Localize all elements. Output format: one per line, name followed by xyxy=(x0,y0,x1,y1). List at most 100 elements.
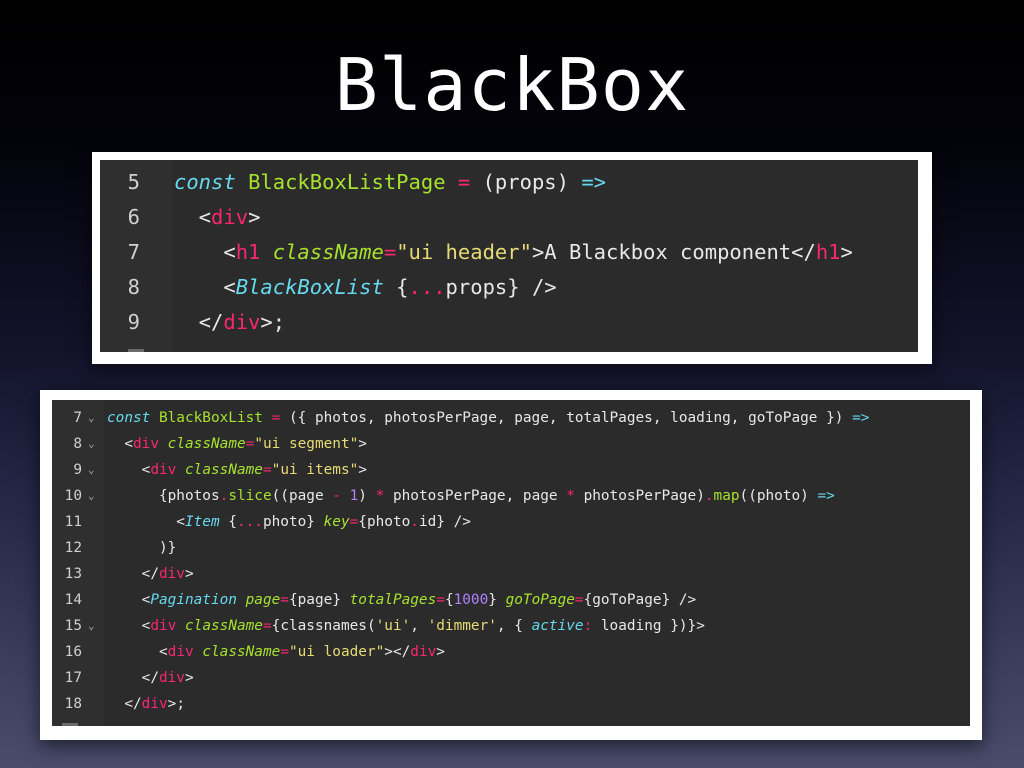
code-token: const xyxy=(107,410,159,426)
code-token: < xyxy=(107,514,185,530)
code-token: < xyxy=(107,618,151,634)
code-token: >; xyxy=(260,310,286,334)
code-token: 'ui' xyxy=(375,618,411,634)
code-token: ) xyxy=(358,488,376,504)
code-token: > xyxy=(358,462,367,478)
code-token: < xyxy=(107,436,133,452)
code-token: = xyxy=(445,170,483,194)
code-token: > xyxy=(184,566,194,582)
code-token: = xyxy=(436,592,445,608)
code-line: 7 ⌄ const BlackBoxList = ({ photos, photos… xyxy=(52,405,970,431)
code-token: BlackBoxList xyxy=(235,275,384,299)
code-token: > xyxy=(840,240,853,264)
code-token: photosPerPage, page xyxy=(392,488,567,504)
code-token: ></ xyxy=(384,644,411,660)
code-token: { xyxy=(383,275,409,299)
code-line: 9 ⌄ <div className="ui items"> xyxy=(52,457,970,483)
code-text: </div>; xyxy=(107,691,185,717)
code-token: (props) xyxy=(482,170,582,194)
chevron-down-icon[interactable]: ⌄ xyxy=(88,457,95,483)
code-token: active xyxy=(531,618,584,634)
code-line: 8 ⌄ <div className="ui segment"> xyxy=(52,431,970,457)
code-token: = xyxy=(349,514,359,530)
code-token: div xyxy=(410,644,437,660)
code-text: </div> xyxy=(107,561,194,587)
code-token: className xyxy=(202,644,281,660)
code-token: - xyxy=(332,488,350,504)
code-token: , { xyxy=(496,618,532,634)
code-line: 14 <Pagination page={page} totalPages={1… xyxy=(52,587,970,613)
code-token: } xyxy=(488,592,506,608)
code-token: photo} xyxy=(262,514,324,530)
code-token: Item xyxy=(184,514,220,530)
code-line: 16 <div className="ui loader"></div> xyxy=(52,639,970,665)
code-token: {page} xyxy=(288,592,350,608)
chevron-down-icon[interactable]: ⌄ xyxy=(88,405,95,431)
cut-off-line-number xyxy=(62,723,78,726)
code-editor-panel-1: 5 const BlackBoxListPage = (props) => 6 <d… xyxy=(100,160,918,352)
line-number: 18 xyxy=(64,696,82,712)
code-token: . xyxy=(219,488,229,504)
line-number: 15 xyxy=(64,618,82,634)
code-token: , xyxy=(410,618,428,634)
code-token: = xyxy=(574,592,584,608)
line-number: 14 xyxy=(64,592,82,608)
code-text: </div> xyxy=(107,665,194,691)
line-number: 7 xyxy=(127,240,140,264)
code-text: <div className={classnames('ui', 'dimmer… xyxy=(107,613,705,639)
code-token: { xyxy=(219,514,237,530)
code-text: <Pagination page={page} totalPages={1000… xyxy=(107,587,697,613)
code-token: ((page xyxy=(271,488,333,504)
line-number: 8 xyxy=(73,436,82,452)
code-text: </div>; xyxy=(174,307,285,337)
code-line: 13 </div> xyxy=(52,561,970,587)
code-line: 8 <BlackBoxList {...props} /> xyxy=(100,272,918,302)
code-token: div xyxy=(133,436,159,452)
code-token: "ui header" xyxy=(396,240,532,264)
code-line: 7 <h1 className="ui header">A Blackbox c… xyxy=(100,237,918,267)
code-token: : xyxy=(583,618,601,634)
line-number: 6 xyxy=(127,205,140,229)
chevron-down-icon[interactable]: ⌄ xyxy=(88,613,95,639)
code-text: <h1 className="ui header">A Blackbox com… xyxy=(174,237,853,267)
line-number: 7 xyxy=(73,410,82,426)
code-token: => xyxy=(852,410,870,426)
slide-title: BlackBox xyxy=(334,43,690,127)
code-token: = xyxy=(280,592,289,608)
code-token: < xyxy=(174,240,236,264)
line-number: 10 xyxy=(64,488,82,504)
code-token: = xyxy=(383,240,397,264)
chevron-down-icon[interactable]: ⌄ xyxy=(88,483,95,509)
code-line: 11 <Item {...photo} key={photo.id} /> xyxy=(52,509,970,535)
code-text: const BlackBoxList = ({ photos, photosPe… xyxy=(107,405,869,431)
code-token: div xyxy=(141,696,168,712)
code-token: . xyxy=(704,488,714,504)
code-token: ... xyxy=(408,275,446,299)
code-token: < xyxy=(107,592,151,608)
chevron-down-icon[interactable]: ⌄ xyxy=(88,431,95,457)
code-text: <div className="ui items"> xyxy=(107,457,367,483)
code-token: = xyxy=(262,618,272,634)
code-token: </ xyxy=(107,696,142,712)
code-token: div xyxy=(150,618,177,634)
code-token: ({ photos, photosPerPage, page, totalPag… xyxy=(288,410,853,426)
code-token: "ui segment" xyxy=(254,436,359,452)
code-line: 18 </div>; xyxy=(52,691,970,717)
code-token: "ui items" xyxy=(271,462,359,478)
code-token: div xyxy=(167,644,194,660)
code-line: 17 </div> xyxy=(52,665,970,691)
code-token: div xyxy=(158,566,185,582)
code-token: props} /> xyxy=(445,275,557,299)
code-token: slice xyxy=(228,488,272,504)
code-line: 12 )} xyxy=(52,535,970,561)
code-token: { xyxy=(444,592,454,608)
code-token: </ xyxy=(107,566,159,582)
code-token: h1 xyxy=(235,240,261,264)
code-line: 9 </div>; xyxy=(100,307,918,337)
code-text: )} xyxy=(107,535,176,561)
code-token: {classnames( xyxy=(271,618,376,634)
code-token: < xyxy=(107,462,151,478)
